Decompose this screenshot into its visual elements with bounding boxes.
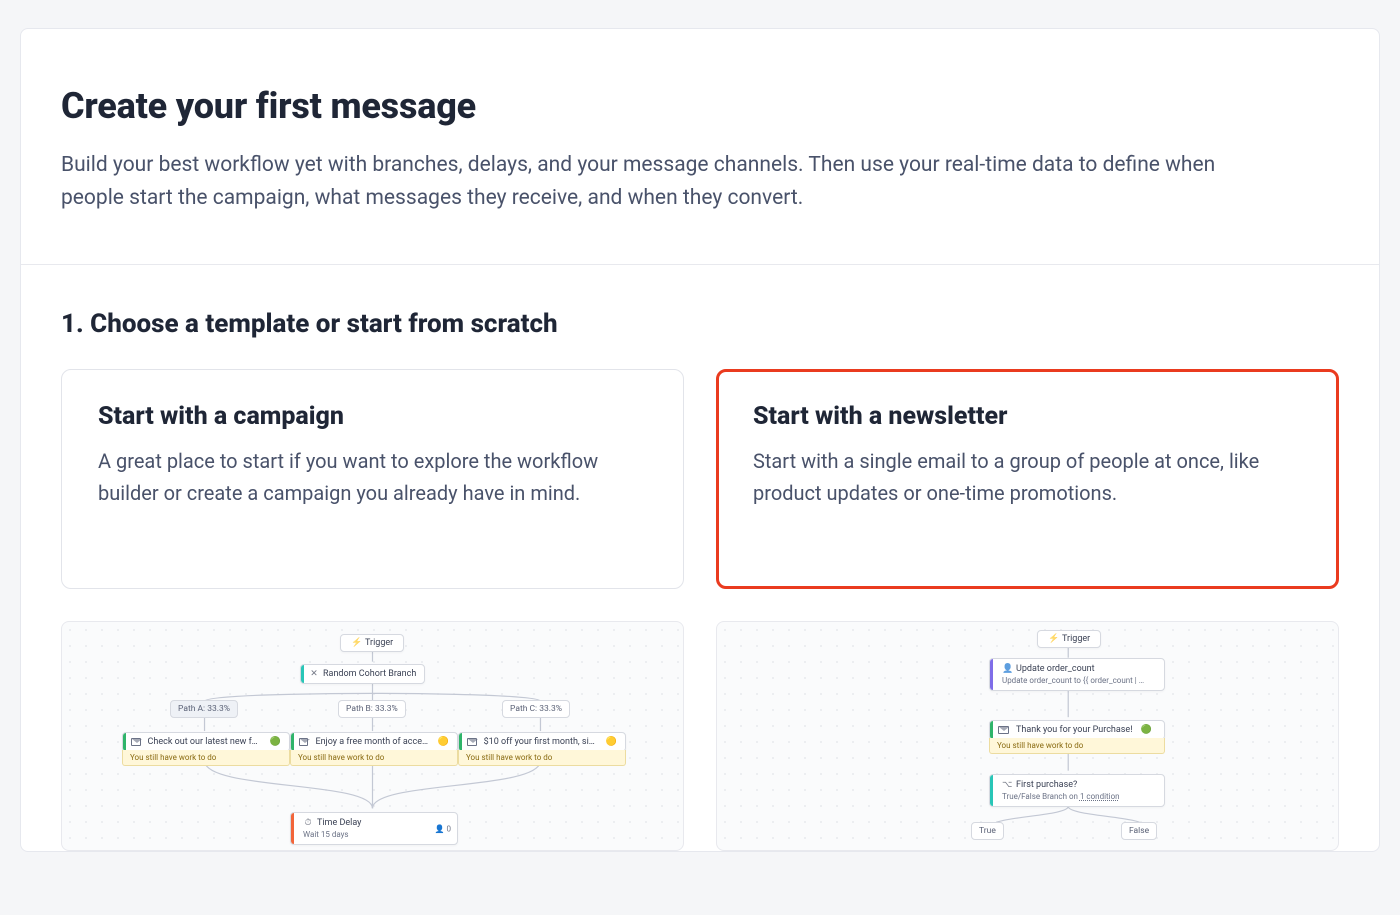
envelope-icon [131,738,141,746]
page-title: Create your first message [61,85,1339,127]
node-first-purchase: ⌥ First purchase? True/False Branch on 1… [989,774,1165,807]
path-c-label: Path C: 33.3% [502,700,570,718]
work-tag-b: You still have work to do [290,750,458,766]
template-previews: ⚡Trigger ✕Random Cohort Branch Path A: 3… [61,621,1339,851]
template-preview-campaign[interactable]: ⚡Trigger ✕Random Cohort Branch Path A: 3… [61,621,684,851]
option-campaign-title: Start with a campaign [98,402,647,431]
condition-link: 1 condition [1080,792,1120,801]
template-preview-newsletter[interactable]: ⚡Trigger 👤 Update order_count Update ord… [716,621,1339,851]
envelope-icon [467,738,477,746]
node-trigger: ⚡Trigger [1037,630,1101,648]
option-newsletter[interactable]: Start with a newsletter Start with a sin… [716,369,1339,589]
bolt-icon: ⚡ [351,638,361,648]
page-root: Create your first message Build your bes… [0,0,1400,852]
node-random-cohort-branch: ✕Random Cohort Branch [300,664,425,684]
status-dot-icon: 🟡 [438,737,449,747]
work-tag-a: You still have work to do [122,750,290,766]
option-campaign-description: A great place to start if you want to ex… [98,445,647,509]
work-tag-c: You still have work to do [458,750,626,766]
people-count: 👤 0 [435,824,451,833]
branch-false-label: False [1121,822,1157,840]
clock-icon: ⏱ [303,818,313,828]
option-newsletter-description: Start with a single email to a group of … [753,445,1302,509]
email-node-b: Enjoy a free month of access, on … 🟡 [290,732,458,752]
node-trigger: ⚡Trigger [340,634,404,652]
option-campaign[interactable]: Start with a campaign A great place to s… [61,369,684,589]
card-header: Create your first message Build your bes… [21,29,1379,264]
envelope-icon [998,726,1009,734]
node-time-delay: ⏱ Time Delay 👤 0 Wait 15 days [290,812,458,845]
status-dot-icon: 🟢 [1141,725,1152,735]
card-body: 1. Choose a template or start from scrat… [21,265,1379,851]
work-tag: You still have work to do [989,738,1165,754]
section-title: 1. Choose a template or start from scrat… [61,309,1339,339]
email-node-thank-you: Thank you for your Purchase! 🟢 [989,720,1165,740]
email-node-c: $10 off your first month, sign up … 🟡 [458,732,626,752]
option-newsletter-title: Start with a newsletter [753,402,1302,431]
status-dot-icon: 🟡 [606,737,617,747]
main-card: Create your first message Build your bes… [20,28,1380,852]
branch-true-label: True [971,822,1004,840]
option-grid: Start with a campaign A great place to s… [61,369,1339,589]
path-b-label: Path B: 33.3% [338,700,406,718]
node-update-order-count: 👤 Update order_count Update order_count … [989,658,1165,691]
branch-icon: ✕ [309,669,319,679]
status-dot-icon: 🟢 [270,737,281,747]
person-icon: 👤 [1002,664,1012,674]
page-description: Build your best workflow yet with branch… [61,149,1261,214]
envelope-icon [299,738,308,746]
path-a-label: Path A: 33.3% [170,700,238,718]
branch-icon: ⌥ [1002,780,1012,790]
bolt-icon: ⚡ [1048,634,1058,644]
email-node-a: Check out our latest new features! 🟢 [122,732,290,752]
